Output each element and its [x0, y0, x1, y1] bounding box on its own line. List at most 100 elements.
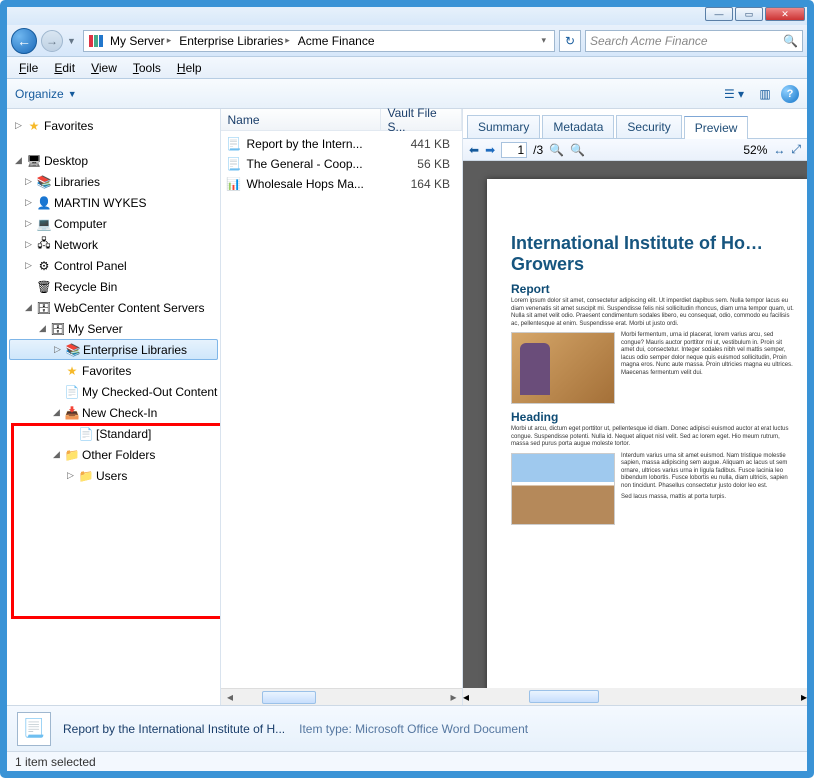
horizontal-scrollbar[interactable]: ◂ ▸ — [463, 688, 807, 705]
maximize-button[interactable]: ▭ — [735, 7, 763, 21]
zoom-in-button[interactable]: 🔍 — [570, 143, 585, 157]
page-total: /3 — [533, 143, 543, 157]
fit-width-button[interactable]: ↔ — [773, 143, 785, 157]
tree-standard[interactable]: 📄[Standard] — [9, 423, 218, 444]
tree-myserver[interactable]: ◢🗄My Server — [9, 318, 218, 339]
nav-history-dropdown[interactable]: ▼ — [67, 36, 79, 46]
tab-security[interactable]: Security — [616, 115, 681, 138]
tree-newcheckin[interactable]: ◢📥New Check-In — [9, 402, 218, 423]
help-icon[interactable]: ? — [781, 85, 799, 103]
tree-users[interactable]: ▷📁Users — [9, 465, 218, 486]
list-item[interactable]: 📃The General - Coop... 56 KB — [221, 154, 462, 174]
doc-paragraph: Interdum varius urna sit amet euismod. N… — [621, 453, 797, 491]
tree-favorites[interactable]: ★Favorites — [9, 360, 218, 381]
menu-tools[interactable]: Tools — [127, 59, 167, 77]
tree-recyclebin[interactable]: 🗑Recycle Bin — [9, 276, 218, 297]
scroll-right-icon[interactable]: ▸ — [801, 690, 807, 704]
page-next-button[interactable]: ➡ — [485, 143, 495, 157]
scroll-left-icon[interactable]: ◂ — [221, 690, 238, 705]
status-bar: 1 item selected — [7, 751, 807, 771]
preview-pane-toggle[interactable]: ▥ — [755, 84, 775, 104]
menu-view[interactable]: View — [85, 59, 123, 77]
expand-icon[interactable]: ◢ — [51, 449, 62, 460]
preview-viewport[interactable]: International Institute of Ho… Growers R… — [463, 161, 807, 705]
menu-file[interactable]: File — [13, 59, 44, 77]
tree-desktop[interactable]: ◢🖥Desktop — [9, 150, 218, 171]
collapse-icon[interactable]: ▷ — [23, 176, 34, 187]
tree-label: Enterprise Libraries — [83, 343, 187, 357]
desktop-icon: 🖥 — [26, 153, 42, 169]
refresh-button[interactable]: ↻ — [559, 30, 581, 52]
tree-label: Users — [96, 469, 127, 483]
server-icon: 🗄 — [50, 321, 66, 337]
organize-button[interactable]: Organize ▼ — [15, 87, 77, 101]
menu-help[interactable]: Help — [171, 59, 208, 77]
preview-toolbar: ⬅ ➡ 1 /3 🔍 🔍 52% ↔ ⤢ — [463, 139, 807, 161]
doc-image — [511, 453, 615, 525]
crumb-label: My Server — [110, 34, 165, 48]
list-item[interactable]: 📃Report by the Intern... 441 KB — [221, 134, 462, 154]
list-item[interactable]: 📊Wholesale Hops Ma... 164 KB — [221, 174, 462, 194]
tree-network[interactable]: ▷🖧Network — [9, 234, 218, 255]
close-button[interactable]: ✕ — [765, 7, 805, 21]
user-icon: 👤 — [36, 195, 52, 211]
page-prev-button[interactable]: ⬅ — [469, 143, 479, 157]
titlebar: — ▭ ✕ — [7, 7, 807, 25]
collapse-icon[interactable]: ▷ — [65, 470, 76, 481]
tab-metadata[interactable]: Metadata — [542, 115, 614, 138]
scroll-thumb[interactable] — [262, 691, 316, 704]
star-icon: ★ — [64, 363, 80, 379]
breadcrumb[interactable]: Enterprise Libraries▸ — [177, 34, 292, 48]
breadcrumb[interactable]: Acme Finance — [296, 34, 377, 48]
scroll-right-icon[interactable]: ▸ — [445, 690, 462, 705]
breadcrumb[interactable]: My Server▸ — [108, 34, 173, 48]
scroll-thumb[interactable] — [529, 690, 599, 703]
collapse-icon[interactable]: ▷ — [13, 120, 24, 131]
scroll-left-icon[interactable]: ◂ — [463, 690, 469, 704]
fit-page-button[interactable]: ⤢ — [791, 142, 801, 157]
search-input[interactable]: Search Acme Finance 🔍 — [585, 30, 803, 52]
tree-favorites-root[interactable]: ▷★Favorites — [9, 115, 218, 136]
collapse-icon[interactable]: ▷ — [23, 197, 34, 208]
tree-controlpanel[interactable]: ▷⚙Control Panel — [9, 255, 218, 276]
collapse-icon[interactable]: ▷ — [23, 260, 34, 271]
tree-otherfolders[interactable]: ◢📁Other Folders — [9, 444, 218, 465]
column-header-size[interactable]: Vault File S... — [381, 109, 462, 130]
file-name: Wholesale Hops Ma... — [246, 177, 363, 191]
tab-preview[interactable]: Preview — [684, 116, 749, 139]
file-name: The General - Coop... — [246, 157, 362, 171]
nav-forward-button[interactable]: → — [41, 30, 63, 52]
details-title: Report by the International Institute of… — [63, 722, 285, 736]
recyclebin-icon: 🗑 — [36, 279, 52, 295]
minimize-button[interactable]: — — [705, 7, 733, 21]
tree-libraries[interactable]: ▷📚Libraries — [9, 171, 218, 192]
libraries-icon: 📚 — [36, 174, 52, 190]
address-bar[interactable]: My Server▸ Enterprise Libraries▸ Acme Fi… — [83, 30, 555, 52]
doc-paragraph: Morbi ut arcu, dictum eget porttitor ut,… — [511, 426, 797, 449]
doc-heading: Heading — [511, 410, 797, 424]
tree-checkedout[interactable]: 📄My Checked-Out Content — [9, 381, 218, 402]
collapse-icon[interactable]: ▷ — [23, 218, 34, 229]
tree-computer[interactable]: ▷💻Computer — [9, 213, 218, 234]
nav-back-button[interactable]: ← — [11, 28, 37, 54]
zoom-out-button[interactable]: 🔍 — [549, 143, 564, 157]
expand-icon[interactable]: ◢ — [37, 323, 48, 334]
tree-label: Network — [54, 238, 98, 252]
tree-enterprise-libraries[interactable]: ▷📚Enterprise Libraries — [9, 339, 218, 360]
explorer-window: — ▭ ✕ ← → ▼ My Server▸ Enterprise Librar… — [0, 0, 814, 778]
expand-icon[interactable]: ◢ — [13, 155, 24, 166]
expand-icon[interactable]: ◢ — [51, 407, 62, 418]
tree-wcc[interactable]: ◢🗄WebCenter Content Servers — [9, 297, 218, 318]
horizontal-scrollbar[interactable]: ◂ ▸ — [221, 688, 462, 705]
view-mode-button[interactable]: ☰ ▾ — [719, 84, 749, 104]
collapse-icon[interactable]: ▷ — [23, 239, 34, 250]
details-pane: 📃 Report by the International Institute … — [7, 705, 807, 751]
address-dropdown[interactable]: ▾ — [537, 35, 550, 46]
page-number-input[interactable]: 1 — [501, 142, 527, 158]
expand-icon[interactable]: ◢ — [23, 302, 34, 313]
tab-summary[interactable]: Summary — [467, 115, 540, 138]
tree-user[interactable]: ▷👤MARTIN WYKES — [9, 192, 218, 213]
menu-edit[interactable]: Edit — [48, 59, 81, 77]
column-header-name[interactable]: Name — [221, 109, 381, 130]
collapse-icon[interactable]: ▷ — [52, 344, 63, 355]
